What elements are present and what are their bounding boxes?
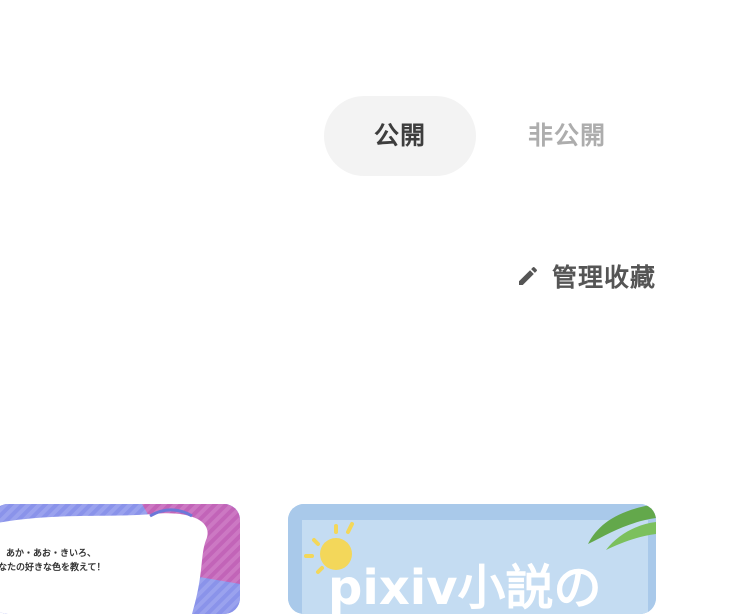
manage-bookmarks-button[interactable]: 管理收藏	[516, 256, 656, 296]
tab-private[interactable]: 非公開	[494, 96, 640, 176]
card-thumb-line-1: あか・あお・きいろ、	[6, 549, 97, 559]
card-thumbnail	[0, 504, 240, 614]
card-thumb-title: pixiv小説の	[328, 560, 602, 614]
visibility-toggle: 公開 非公開	[324, 96, 644, 176]
pencil-icon	[516, 264, 540, 288]
work-card[interactable]: pixiv小説の	[288, 504, 656, 614]
tab-public[interactable]: 公開	[324, 96, 476, 176]
work-card[interactable]: あか・あお・きいろ、 なたの好きな色を教えて！	[0, 504, 240, 614]
card-thumb-line-2: なたの好きな色を教えて！	[0, 563, 106, 573]
manage-bookmarks-label: 管理收藏	[551, 263, 656, 292]
